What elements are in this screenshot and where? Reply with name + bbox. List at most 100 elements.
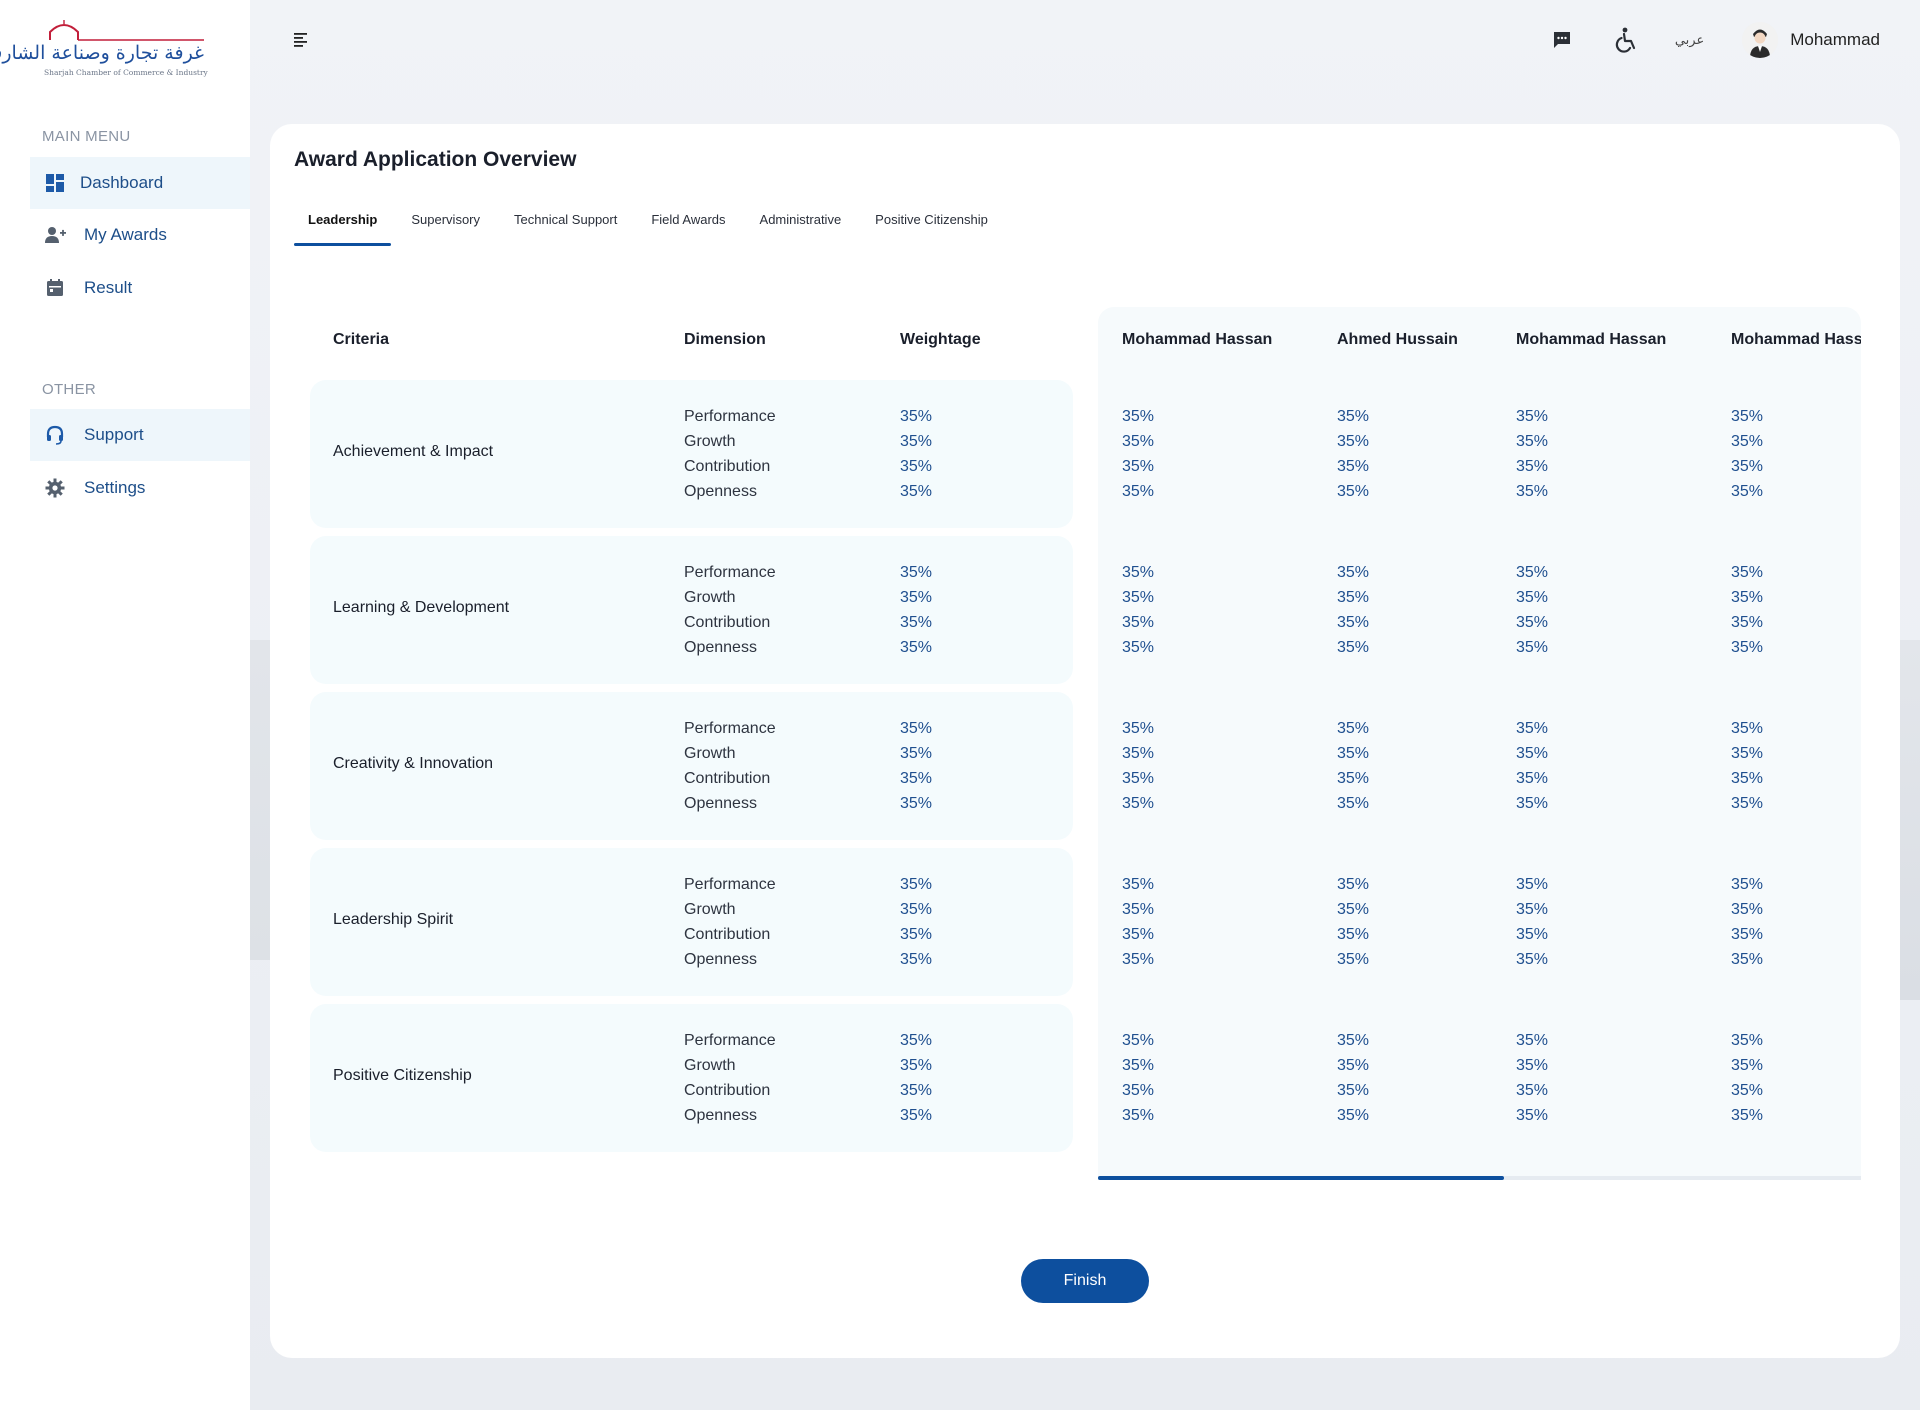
score-cell: 35% — [1516, 795, 1549, 812]
sidebar-item-label: Result — [84, 278, 133, 297]
score-cell: 35% — [1122, 1107, 1155, 1124]
score-cell: 35% — [1337, 876, 1370, 893]
score-cell: 35% — [1122, 745, 1155, 762]
sidebar-item-result[interactable]: Result — [30, 262, 250, 314]
user-menu[interactable]: Mohammad — [1742, 22, 1880, 58]
score-list: 35% 35% 35% 35% — [1731, 560, 1763, 660]
score-cell: 35% — [1731, 483, 1764, 500]
judges-scroll-area[interactable]: Mohammad Hassan Ahmed Hussain Mohammad H… — [1098, 307, 1861, 1179]
criteria-label: Positive Citizenship — [333, 1067, 472, 1084]
sidebar-item-label: Dashboard — [80, 173, 164, 192]
score-cell: 35% — [1337, 639, 1370, 656]
score-cell: 35% — [1731, 589, 1764, 606]
score-cell: 35% — [1122, 483, 1155, 500]
score-cell: 35% — [1731, 951, 1764, 968]
score-cell: 35% — [1731, 1032, 1764, 1049]
score-cell: 35% — [1337, 589, 1370, 606]
dimension-cell: Contribution — [684, 1082, 771, 1099]
weightage-cell: 35% — [900, 458, 933, 475]
weightage-cell: 35% — [900, 1057, 933, 1074]
score-cell: 35% — [1516, 589, 1549, 606]
weightage-cell: 35% — [900, 720, 933, 737]
finish-button[interactable]: Finish — [1021, 1259, 1149, 1303]
tab-supervisory[interactable]: Supervisory — [397, 206, 494, 246]
dimension-cell: Contribution — [684, 614, 771, 631]
score-list: 35% 35% 35% 35% — [1122, 1028, 1154, 1128]
sidebar-item-dashboard[interactable]: Dashboard — [30, 157, 250, 209]
score-cell: 35% — [1731, 564, 1764, 581]
dimension-cell: Performance — [684, 1032, 776, 1049]
score-cell: 35% — [1122, 1057, 1155, 1074]
score-cell: 35% — [1337, 1032, 1370, 1049]
score-list: 35% 35% 35% 35% — [1731, 404, 1763, 504]
dimension-cell: Openness — [684, 951, 757, 968]
score-cell: 35% — [1337, 926, 1370, 943]
dimension-cell: Contribution — [684, 770, 771, 787]
score-list: 35% 35% 35% 35% — [1516, 872, 1548, 972]
score-cell: 35% — [1516, 745, 1549, 762]
dimension-list: Performance Growth Contribution Openness — [684, 404, 776, 504]
page-title: Award Application Overview — [294, 148, 577, 171]
sidebar-item-my-awards[interactable]: My Awards — [30, 209, 250, 261]
dimension-cell: Growth — [684, 1057, 736, 1074]
score-cell: 35% — [1337, 1082, 1370, 1099]
dimension-list: Performance Growth Contribution Openness — [684, 1028, 776, 1128]
language-switch[interactable]: عربي — [1675, 33, 1704, 48]
chamber-logo[interactable]: غرفة تجارة وصناعة الشارقة Sharjah Chambe… — [0, 18, 208, 80]
tab-field-awards[interactable]: Field Awards — [637, 206, 739, 246]
dimension-list: Performance Growth Contribution Openness — [684, 560, 776, 660]
score-list: 35% 35% 35% 35% — [1337, 404, 1369, 504]
dimension-cell: Openness — [684, 639, 757, 656]
score-cell: 35% — [1122, 770, 1155, 787]
score-cell: 35% — [1337, 720, 1370, 737]
user-name: Mohammad — [1790, 30, 1880, 49]
weightage-cell: 35% — [900, 564, 933, 581]
score-cell: 35% — [1122, 926, 1155, 943]
tab-positive-citizenship[interactable]: Positive Citizenship — [861, 206, 1002, 246]
score-list: 35% 35% 35% 35% — [1516, 716, 1548, 816]
score-cell: 35% — [1337, 1057, 1370, 1074]
accessibility-icon[interactable] — [1613, 27, 1639, 53]
dimension-cell: Growth — [684, 901, 736, 918]
score-cell: 35% — [1731, 1082, 1764, 1099]
tab-technical-support[interactable]: Technical Support — [500, 206, 631, 246]
score-cell: 35% — [1122, 901, 1155, 918]
score-list: 35% 35% 35% 35% — [1516, 1028, 1548, 1128]
weightage-cell: 35% — [900, 1032, 933, 1049]
score-cell: 35% — [1122, 614, 1155, 631]
dimension-cell: Openness — [684, 795, 757, 812]
score-cell: 35% — [1731, 458, 1764, 475]
score-cell: 35% — [1731, 433, 1764, 450]
column-header-dimension: Dimension — [684, 331, 766, 348]
main-menu-title: MAIN MENU — [42, 128, 131, 145]
score-list: 35% 35% 35% 35% — [1516, 404, 1548, 504]
weightage-cell: 35% — [900, 639, 933, 656]
judge-column-header: Mohammad Hassan — [1516, 331, 1667, 348]
dimension-cell: Growth — [684, 589, 736, 606]
score-cell: 35% — [1337, 483, 1370, 500]
sidebar-item-settings[interactable]: Settings — [30, 462, 250, 514]
score-cell: 35% — [1337, 901, 1370, 918]
score-cell: 35% — [1731, 770, 1764, 787]
score-cell: 35% — [1122, 1082, 1155, 1099]
score-cell: 35% — [1122, 639, 1155, 656]
tab-leadership[interactable]: Leadership — [294, 206, 392, 246]
sidebar-item-support[interactable]: Support — [30, 409, 250, 461]
column-header-criteria: Criteria — [333, 331, 390, 348]
tab-administrative[interactable]: Administrative — [746, 206, 856, 246]
weightage-cell: 35% — [900, 876, 933, 893]
weightage-list: 35% 35% 35% 35% — [900, 560, 932, 660]
horizontal-scrollbar-thumb[interactable] — [1098, 1176, 1504, 1180]
menu-toggle-icon[interactable] — [293, 30, 311, 48]
score-cell: 35% — [1337, 408, 1370, 425]
background-decoration — [250, 640, 272, 960]
dimension-cell: Performance — [684, 564, 776, 581]
sidebar-item-label: My Awards — [84, 225, 167, 244]
score-cell: 35% — [1516, 458, 1549, 475]
judge-column-header: Ahmed Hussain — [1337, 331, 1458, 348]
weightage-cell: 35% — [900, 951, 933, 968]
chat-icon[interactable] — [1549, 27, 1575, 53]
dimension-cell: Performance — [684, 408, 776, 425]
score-cell: 35% — [1337, 745, 1370, 762]
score-cell: 35% — [1337, 614, 1370, 631]
